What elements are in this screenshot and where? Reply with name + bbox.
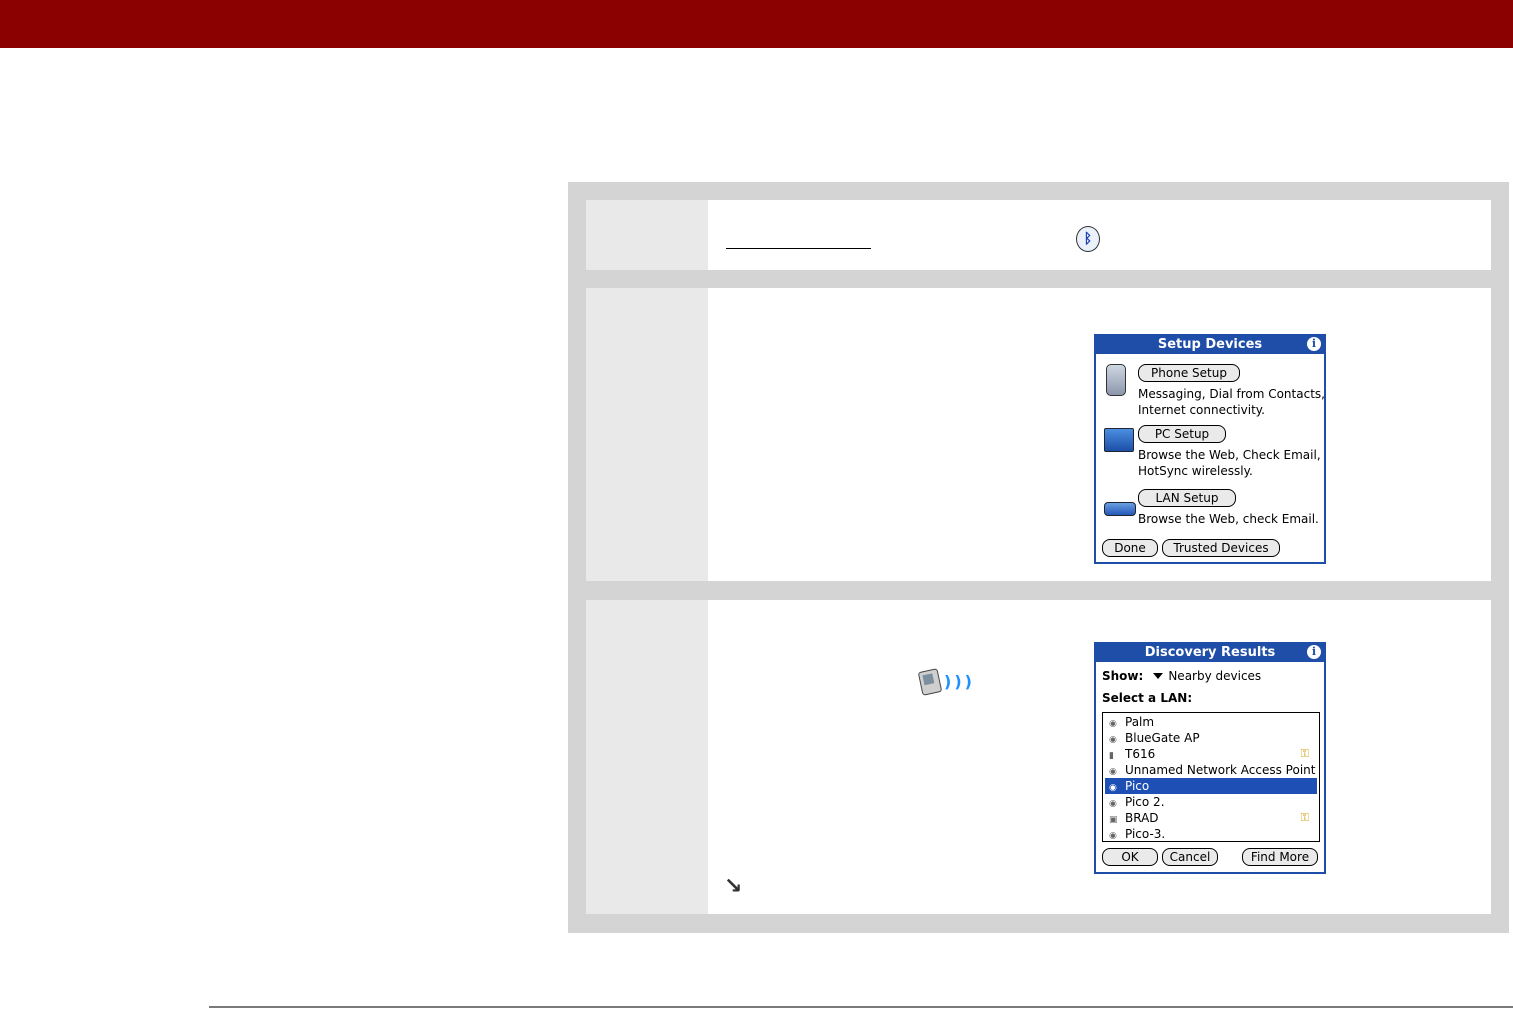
pc-desc-line-2: HotSync wirelessly. (1138, 464, 1253, 478)
select-lan-label: Select a LAN: (1102, 691, 1193, 705)
info-icon[interactable]: i (1307, 337, 1321, 351)
list-item[interactable]: ▣ BRAD ⚿ (1105, 810, 1317, 826)
trusted-devices-button[interactable]: Trusted Devices (1162, 539, 1280, 557)
list-item-selected[interactable]: ◉ Pico (1105, 778, 1317, 794)
key-icon: ⚿ (1300, 811, 1309, 824)
step-number-cell (586, 200, 708, 270)
list-item[interactable]: ◉ Palm (1105, 714, 1317, 730)
list-item[interactable]: ▮ T616 ⚿ (1105, 746, 1317, 762)
pc-desc-line-1: Browse the Web, Check Email, (1138, 448, 1321, 462)
pc-icon (1104, 428, 1134, 452)
list-item[interactable]: ◉ Unnamed Network Access Point (1105, 762, 1317, 778)
phone-icon (1106, 364, 1126, 396)
dropdown-arrow-icon[interactable] (1153, 673, 1164, 679)
list-item[interactable]: ◉ Pico 2. (1105, 794, 1317, 810)
key-icon: ⚿ (1300, 747, 1309, 760)
pc-setup-button[interactable]: PC Setup (1138, 425, 1226, 443)
screen-title-bar: Discovery Results i (1096, 644, 1324, 662)
phone-desc-line-1: Messaging, Dial from Contacts, (1138, 387, 1325, 401)
phone-desc-line-2: Internet connectivity. (1138, 403, 1265, 417)
step-2: Setup Devices i Phone Setup Messaging, D… (586, 288, 1491, 581)
screen-title: Setup Devices (1157, 337, 1263, 352)
signal-waves-icon: ))) (944, 672, 975, 691)
lan-setup-button[interactable]: LAN Setup (1138, 489, 1236, 507)
discovery-results-screen: Discovery Results i Show: Nearby devices … (1094, 642, 1326, 874)
ok-button[interactable]: OK (1102, 848, 1158, 866)
screen-title-bar: Setup Devices i (1096, 336, 1324, 354)
step-3: ))) Discovery Results i Show: Nearby devi… (586, 600, 1491, 914)
list-item[interactable]: ◉ Pico-3. (1105, 826, 1317, 842)
handheld-icon (917, 668, 943, 696)
show-label: Show: (1102, 669, 1144, 683)
screen-title: Discovery Results (1144, 645, 1276, 660)
wifi-icon: ◉ (1109, 831, 1117, 841)
cancel-button[interactable]: Cancel (1162, 848, 1218, 866)
show-dropdown-value[interactable]: Nearby devices (1168, 669, 1261, 683)
steps-panel: ᛒ Setup Devices i Phone Setup Messaging,… (568, 182, 1509, 933)
step-body: ᛒ (708, 200, 1491, 270)
list-item[interactable]: ◉ BlueGate AP (1105, 730, 1317, 746)
bluetooth-icon: ᛒ (1076, 226, 1100, 252)
device-list[interactable]: ◉ Palm ◉ BlueGate AP ▮ T616 ⚿ ◉ Unnamed Netwo… (1102, 712, 1320, 842)
setup-devices-screen: Setup Devices i Phone Setup Messaging, D… (1094, 334, 1326, 564)
phone-setup-button[interactable]: Phone Setup (1138, 364, 1240, 382)
step-number-cell (586, 600, 708, 914)
done-button[interactable]: Done (1102, 539, 1158, 557)
link-underline[interactable] (726, 248, 871, 249)
continue-arrow-icon[interactable]: ↘ (724, 874, 742, 899)
step-body: Setup Devices i Phone Setup Messaging, D… (708, 288, 1491, 581)
footer-rule (209, 1006, 1513, 1008)
lan-desc: Browse the Web, check Email. (1138, 512, 1319, 526)
find-more-button[interactable]: Find More (1242, 848, 1318, 866)
step-number-cell (586, 288, 708, 581)
show-row: Show: Nearby devices (1102, 668, 1261, 684)
step-1: ᛒ (586, 200, 1491, 270)
router-icon (1104, 502, 1136, 516)
step-body: ))) Discovery Results i Show: Nearby devi… (708, 600, 1491, 914)
header-bar (0, 0, 1513, 48)
info-icon[interactable]: i (1307, 645, 1321, 659)
